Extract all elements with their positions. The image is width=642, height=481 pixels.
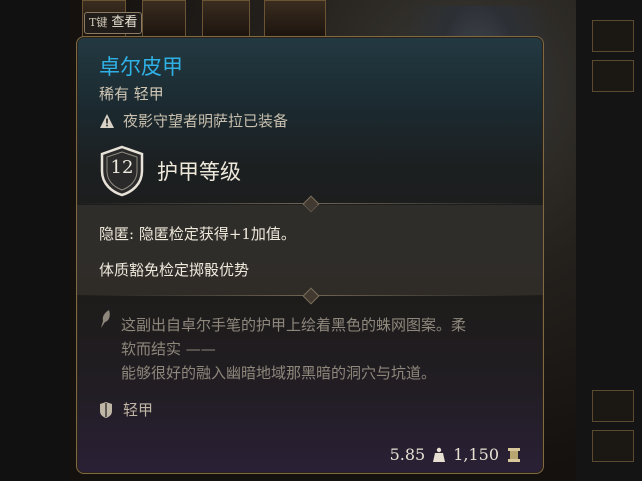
description-line: 软而结实 —— — [121, 340, 216, 358]
gold-icon — [508, 447, 520, 462]
properties-panel — [77, 205, 543, 295]
inspect-hotkey-hint[interactable]: T键 查看 — [84, 12, 143, 34]
item-value: 1,150 — [453, 445, 499, 464]
property-stealth: 隐匿: 隐匿检定获得+1加值。 — [99, 225, 296, 243]
hotkey-label: 查看 — [111, 15, 138, 30]
equipped-by-text: 夜影守望者明萨拉已装备 — [123, 112, 289, 130]
armor-type-label: 轻甲 — [123, 401, 154, 419]
equipment-slot[interactable] — [592, 430, 634, 462]
equipment-slot[interactable] — [592, 60, 634, 92]
equipment-slot[interactable] — [592, 390, 634, 422]
item-rarity-type: 稀有 轻甲 — [99, 85, 164, 103]
property-constitution-save: 体质豁免检定掷骰优势 — [99, 261, 250, 279]
item-description: 这副出自卓尔手笔的护甲上绘着黑色的蛛网图案。柔 软而结实 —— 能够很好的融入幽… — [121, 313, 523, 385]
inventory-slot[interactable] — [142, 0, 186, 38]
warning-icon — [100, 113, 114, 128]
description-line: 能够很好的融入幽暗地域那黑暗的洞穴与坑道。 — [121, 364, 437, 382]
inventory-slot[interactable] — [202, 0, 250, 38]
armor-class-label: 护甲等级 — [157, 160, 241, 184]
light-armor-icon — [100, 401, 112, 418]
inventory-slot[interactable] — [264, 0, 326, 38]
description-line: 这副出自卓尔手笔的护甲上绘着黑色的蛛网图案。柔 — [121, 316, 467, 334]
item-name: 卓尔皮甲 — [99, 55, 183, 79]
item-stats-footer: 5.85 1,150 — [390, 445, 521, 464]
item-tooltip: 卓尔皮甲 稀有 轻甲 夜影守望者明萨拉已装备 12 护甲等级 隐匿: 隐匿检定获… — [76, 36, 544, 474]
item-weight: 5.85 — [389, 445, 426, 464]
weight-icon — [433, 447, 446, 462]
hotkey-key: T键 — [89, 16, 108, 29]
armor-type-row: 轻甲 — [99, 399, 153, 420]
armor-class-shield-icon: 12 — [99, 145, 145, 197]
armor-class-value: 12 — [110, 157, 134, 178]
armor-class-row: 12 护甲等级 — [99, 145, 241, 197]
quill-icon — [101, 310, 110, 328]
equipped-notice: 夜影守望者明萨拉已装备 — [99, 110, 288, 131]
left-panel-edge — [0, 0, 70, 481]
right-panel-edge — [576, 0, 642, 481]
equipment-slot[interactable] — [592, 20, 634, 52]
